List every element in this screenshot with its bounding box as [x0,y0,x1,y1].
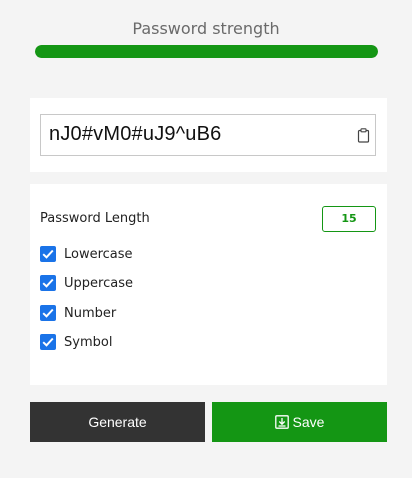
strength-title: Password strength [132,19,280,38]
generate-button[interactable]: Generate [30,402,205,442]
number-checkbox[interactable] [40,305,56,321]
option-label: Uppercase [64,275,133,291]
option-label: Lowercase [64,246,133,262]
options-panel: Password Length 15 Lowercase Uppercase N… [30,184,387,385]
password-panel: nJ0#vM0#uJ9^uB6 [30,98,387,172]
password-length-label: Password Length [40,211,150,226]
strength-meter-fill [35,45,378,58]
password-value[interactable]: nJ0#vM0#uJ9^uB6 [49,123,222,146]
checkmark-icon [42,249,54,259]
option-lowercase[interactable]: Lowercase [40,245,133,263]
option-number[interactable]: Number [40,304,116,322]
option-uppercase[interactable]: Uppercase [40,274,133,292]
option-label: Symbol [64,334,113,350]
option-symbol[interactable]: Symbol [40,333,112,351]
checkmark-icon [42,308,54,318]
strength-meter [35,45,378,58]
lowercase-checkbox[interactable] [40,246,56,262]
password-field[interactable]: nJ0#vM0#uJ9^uB6 [40,114,376,156]
symbol-checkbox[interactable] [40,334,56,350]
password-length-input[interactable]: 15 [322,206,376,232]
save-button-label: Save [292,414,325,430]
generate-button-label: Generate [88,414,147,430]
uppercase-checkbox[interactable] [40,275,56,291]
download-icon [274,415,289,429]
clipboard-icon[interactable] [357,128,370,143]
checkmark-icon [42,278,54,288]
save-button[interactable]: Save [212,402,387,442]
option-label: Number [64,305,117,321]
checkmark-icon [42,337,54,347]
